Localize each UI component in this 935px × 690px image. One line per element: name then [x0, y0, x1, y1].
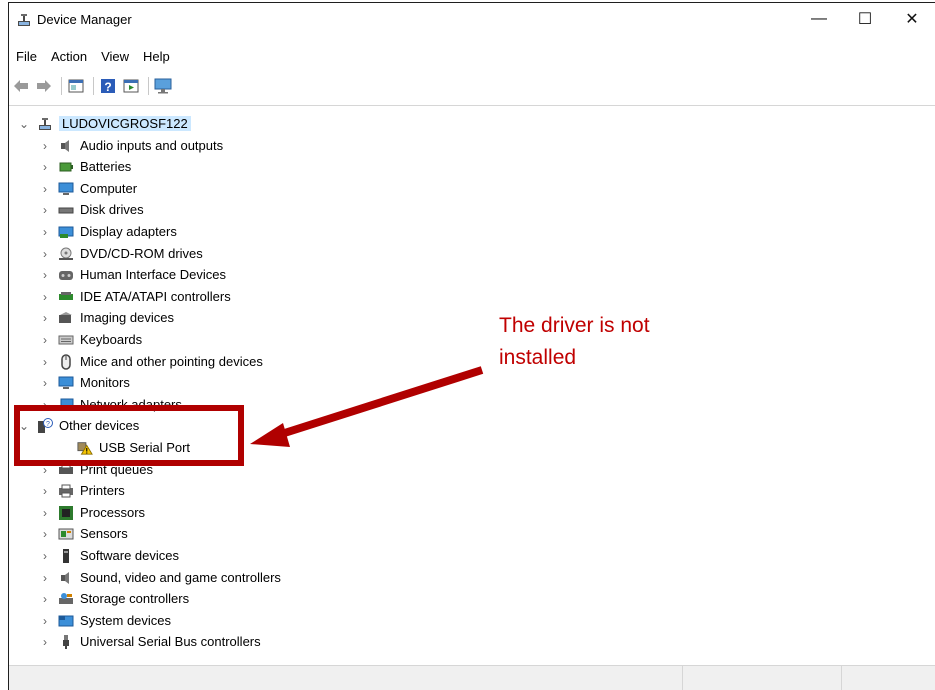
annotation-arrow	[250, 366, 484, 447]
annotation-line-2: installed	[499, 346, 577, 369]
annotation-line-1: The driver is not	[499, 314, 650, 337]
annotation-text: The driver is not installed	[499, 310, 759, 374]
